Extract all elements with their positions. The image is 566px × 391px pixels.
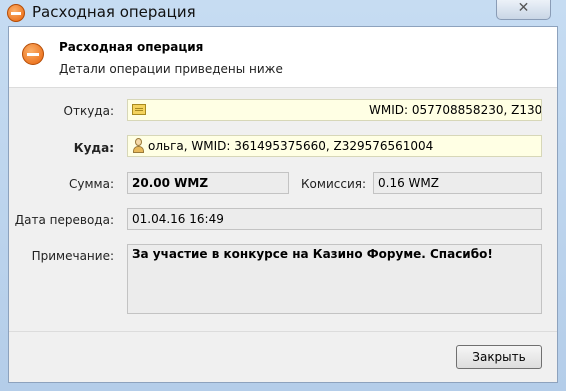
close-button[interactable]: Закрыть xyxy=(456,345,542,369)
commission-field: 0.16 WMZ xyxy=(373,172,542,194)
note-field[interactable]: За участие в конкурсе на Казино Форуме. … xyxy=(127,244,542,314)
title-bar[interactable]: Расходная операция ✕ xyxy=(0,0,566,26)
window-title: Расходная операция xyxy=(32,3,196,21)
amount-value: 20.00 WMZ xyxy=(132,176,209,190)
from-value: WMID: 057708858230, Z130... xyxy=(369,103,542,117)
from-field[interactable]: WMID: 057708858230, Z130... xyxy=(127,99,542,121)
dialog-window: Расходная операция ✕ Расходная операция … xyxy=(0,0,566,391)
header-title: Расходная операция xyxy=(59,40,204,54)
date-value: 01.04.16 16:49 xyxy=(132,212,224,226)
to-value: ольга, WMID: 361495375660, Z329576561004 xyxy=(148,139,434,153)
minus-circle-icon xyxy=(7,4,25,22)
window-close-button[interactable]: ✕ xyxy=(496,0,551,20)
commission-value: 0.16 WMZ xyxy=(378,176,439,190)
wallet-icon xyxy=(132,104,146,115)
header-subtitle: Детали операции приведены ниже xyxy=(59,62,283,76)
note-label: Примечание: xyxy=(31,249,114,263)
date-field: 01.04.16 16:49 xyxy=(127,208,542,230)
note-value: За участие в конкурсе на Казино Форуме. … xyxy=(132,247,493,261)
from-label: Откуда: xyxy=(63,104,114,118)
to-label: Куда: xyxy=(73,141,114,155)
footer-divider xyxy=(9,331,557,332)
dialog-body: Расходная операция Детали операции приве… xyxy=(8,26,558,383)
dialog-header: Расходная операция Детали операции приве… xyxy=(9,27,557,88)
person-icon xyxy=(132,138,145,153)
to-field[interactable]: ольга, WMID: 361495375660, Z329576561004 xyxy=(127,135,542,157)
close-icon: ✕ xyxy=(517,0,530,16)
date-label: Дата перевода: xyxy=(14,213,114,227)
amount-field: 20.00 WMZ xyxy=(127,172,289,194)
commission-label: Комиссия: xyxy=(301,177,366,191)
amount-label: Сумма: xyxy=(69,177,114,191)
minus-circle-icon xyxy=(22,43,44,65)
